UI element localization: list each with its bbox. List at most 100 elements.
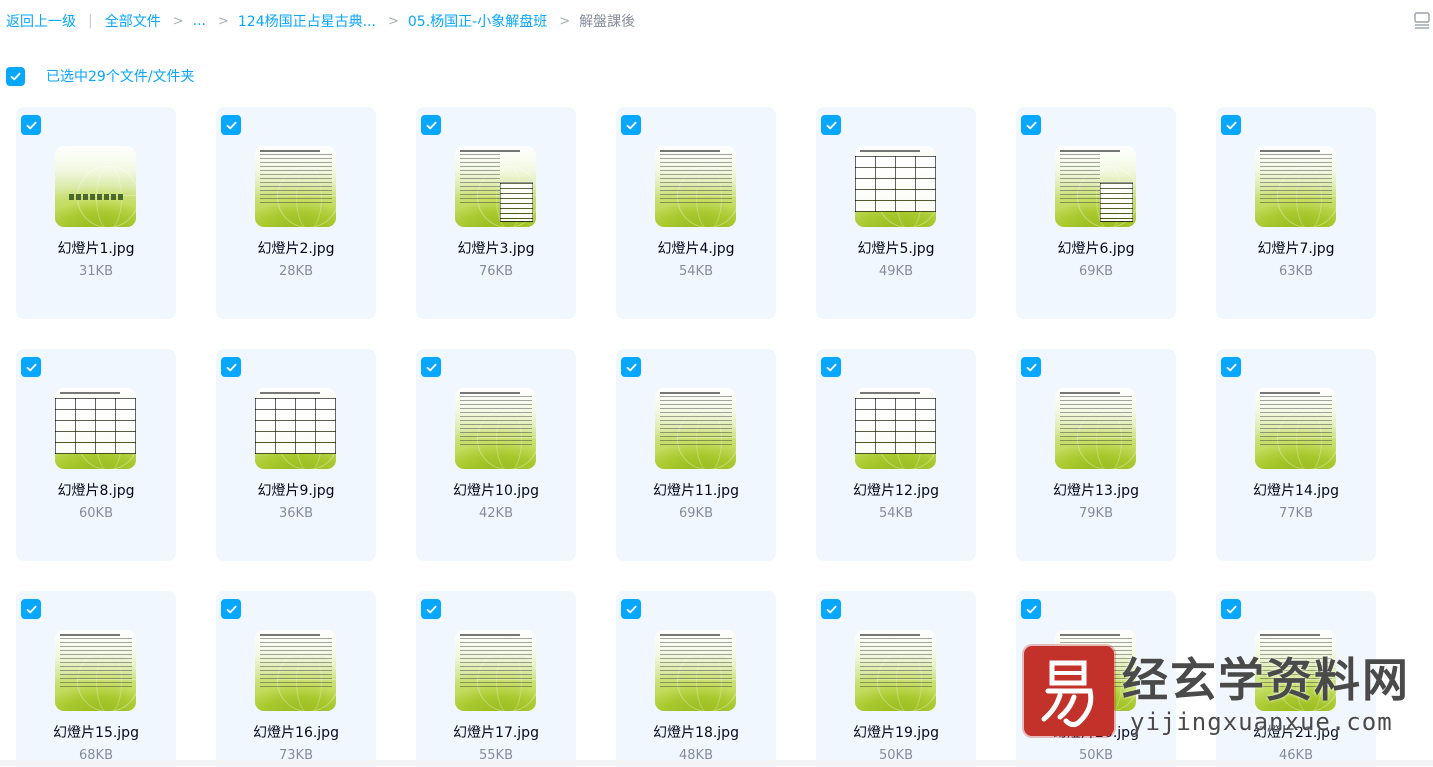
- file-size: 79KB: [1079, 506, 1113, 521]
- file-thumbnail: [655, 388, 736, 469]
- breadcrumb-folder-2[interactable]: 05.杨国正-小象解盘班: [408, 11, 547, 31]
- check-icon: [626, 363, 637, 371]
- breadcrumb-folder-1[interactable]: 124杨国正占星古典...: [238, 11, 376, 31]
- file-checkbox[interactable]: [421, 599, 441, 619]
- file-card[interactable]: 幻燈片11.jpg 69KB: [616, 349, 776, 561]
- file-card[interactable]: 幻燈片17.jpg 55KB: [416, 591, 576, 767]
- check-icon: [1226, 363, 1237, 371]
- check-icon: [826, 363, 837, 371]
- file-card[interactable]: 幻燈片7.jpg 63KB: [1216, 107, 1376, 319]
- file-checkbox[interactable]: [1221, 357, 1241, 377]
- file-checkbox[interactable]: [621, 357, 641, 377]
- check-icon: [226, 363, 237, 371]
- bottom-scroll-area: [0, 760, 1433, 766]
- chevron-right-icon: >: [387, 13, 399, 29]
- check-icon: [626, 121, 637, 129]
- file-card[interactable]: 幻燈片12.jpg 54KB: [816, 349, 976, 561]
- file-card[interactable]: 幻燈片19.jpg 50KB: [816, 591, 976, 767]
- file-name: 幻燈片7.jpg: [1257, 241, 1335, 257]
- file-thumbnail: [55, 630, 136, 711]
- chevron-right-icon: >: [559, 13, 571, 29]
- check-icon: [1226, 605, 1237, 613]
- file-checkbox[interactable]: [221, 599, 241, 619]
- file-name: 幻燈片6.jpg: [1057, 241, 1135, 257]
- check-icon: [1026, 605, 1037, 613]
- file-checkbox[interactable]: [621, 115, 641, 135]
- file-name: 幻燈片5.jpg: [857, 241, 935, 257]
- file-thumbnail: [1255, 146, 1336, 227]
- chevron-right-icon: >: [217, 13, 229, 29]
- file-card[interactable]: 幻燈片2.jpg 28KB: [216, 107, 376, 319]
- file-card[interactable]: 幻燈片6.jpg 69KB: [1016, 107, 1176, 319]
- file-card[interactable]: 幻燈片8.jpg 60KB: [16, 349, 176, 561]
- check-icon: [1026, 121, 1037, 129]
- file-card[interactable]: 幻燈片14.jpg 77KB: [1216, 349, 1376, 561]
- file-checkbox[interactable]: [421, 115, 441, 135]
- file-card[interactable]: 幻燈片5.jpg 49KB: [816, 107, 976, 319]
- file-checkbox[interactable]: [1021, 599, 1041, 619]
- file-card[interactable]: 幻燈片16.jpg 73KB: [216, 591, 376, 767]
- file-checkbox[interactable]: [821, 115, 841, 135]
- file-card[interactable]: 幻燈片13.jpg 79KB: [1016, 349, 1176, 561]
- file-checkbox[interactable]: [821, 357, 841, 377]
- file-card[interactable]: 幻燈片1.jpg 31KB: [16, 107, 176, 319]
- file-size: 76KB: [479, 264, 513, 279]
- file-card[interactable]: 幻燈片10.jpg 42KB: [416, 349, 576, 561]
- file-checkbox[interactable]: [1221, 115, 1241, 135]
- file-checkbox[interactable]: [1021, 357, 1041, 377]
- file-thumbnail: [1055, 630, 1136, 711]
- file-card[interactable]: 幻燈片21.jpg 46KB: [1216, 591, 1376, 767]
- file-checkbox[interactable]: [821, 599, 841, 619]
- file-card[interactable]: 幻燈片9.jpg 36KB: [216, 349, 376, 561]
- file-checkbox[interactable]: [221, 357, 241, 377]
- file-name: 幻燈片4.jpg: [657, 241, 735, 257]
- file-thumbnail: [1255, 388, 1336, 469]
- file-card[interactable]: 幻燈片18.jpg 48KB: [616, 591, 776, 767]
- file-card[interactable]: 幻燈片15.jpg 68KB: [16, 591, 176, 767]
- check-icon: [826, 121, 837, 129]
- breadcrumb-all-files[interactable]: 全部文件: [105, 11, 161, 31]
- check-icon: [10, 72, 21, 80]
- file-name: 幻燈片15.jpg: [53, 725, 139, 741]
- list-view-icon[interactable]: [1413, 11, 1431, 29]
- file-size: 42KB: [479, 506, 513, 521]
- file-checkbox[interactable]: [621, 599, 641, 619]
- check-icon: [826, 605, 837, 613]
- file-size: 54KB: [679, 264, 713, 279]
- file-name: 幻燈片14.jpg: [1253, 483, 1339, 499]
- file-checkbox[interactable]: [21, 599, 41, 619]
- check-icon: [226, 121, 237, 129]
- file-thumbnail: [1055, 388, 1136, 469]
- file-size: 36KB: [279, 506, 313, 521]
- file-name: 幻燈片10.jpg: [453, 483, 539, 499]
- breadcrumb-ellipsis[interactable]: ...: [193, 13, 206, 29]
- file-checkbox[interactable]: [1021, 115, 1041, 135]
- file-size: 69KB: [679, 506, 713, 521]
- file-card[interactable]: 幻燈片3.jpg 76KB: [416, 107, 576, 319]
- chevron-right-icon: >: [172, 13, 184, 29]
- file-thumbnail: [455, 146, 536, 227]
- file-checkbox[interactable]: [21, 357, 41, 377]
- file-name: 幻燈片12.jpg: [853, 483, 939, 499]
- file-thumbnail: [55, 146, 136, 227]
- file-thumbnail: [455, 388, 536, 469]
- file-thumbnail: [655, 630, 736, 711]
- back-link[interactable]: 返回上一级: [6, 11, 76, 31]
- file-thumbnail: [455, 630, 536, 711]
- select-all-checkbox[interactable]: [6, 66, 25, 86]
- check-icon: [1026, 363, 1037, 371]
- check-icon: [1226, 121, 1237, 129]
- check-icon: [426, 605, 437, 613]
- file-checkbox[interactable]: [21, 115, 41, 135]
- file-thumbnail: [855, 146, 936, 227]
- file-thumbnail: [255, 146, 336, 227]
- file-card[interactable]: 幻燈片4.jpg 54KB: [616, 107, 776, 319]
- file-checkbox[interactable]: [421, 357, 441, 377]
- file-checkbox[interactable]: [221, 115, 241, 135]
- file-size: 28KB: [279, 264, 313, 279]
- check-icon: [426, 363, 437, 371]
- file-name: 幻燈片8.jpg: [57, 483, 135, 499]
- file-checkbox[interactable]: [1221, 599, 1241, 619]
- file-size: 54KB: [879, 506, 913, 521]
- file-card[interactable]: 幻燈片20.jpg 50KB: [1016, 591, 1176, 767]
